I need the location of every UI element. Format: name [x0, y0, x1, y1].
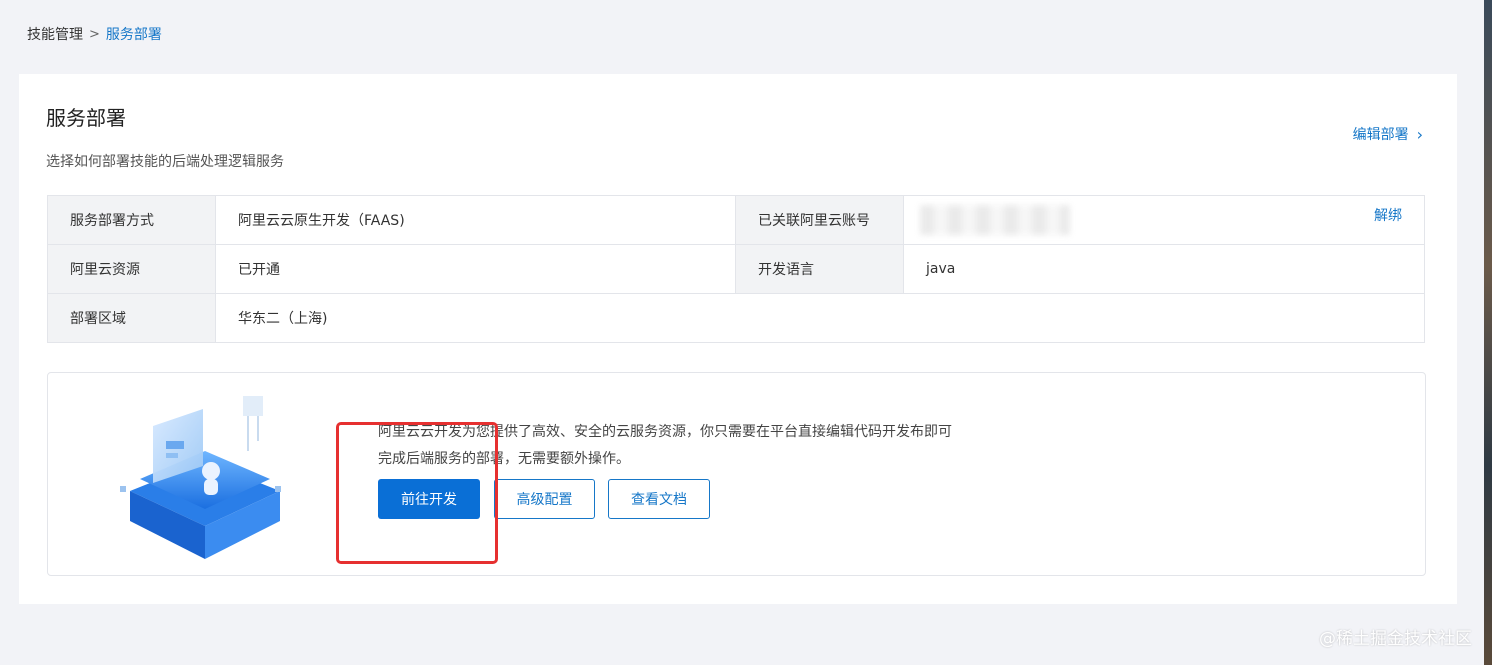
cloud-platform-illustration-icon	[120, 396, 281, 559]
background-strip	[1484, 0, 1492, 665]
table-row: 阿里云资源 已开通 开发语言 java	[47, 244, 1425, 294]
chevron-right-icon: >	[89, 26, 100, 42]
language-value: java	[903, 244, 1425, 294]
language-label: 开发语言	[735, 244, 904, 294]
cloud-dev-promo: 阿里云云开发为您提供了高效、安全的云服务资源，你只需要在平台直接编辑代码开发布即…	[47, 372, 1426, 576]
page: 技能管理 > 服务部署 服务部署 选择如何部署技能的后端处理逻辑服务 编辑部署 …	[0, 0, 1492, 665]
advanced-config-button[interactable]: 高级配置	[494, 479, 595, 519]
deploy-info-table: 服务部署方式 阿里云云原生开发（FAAS) 已关联阿里云账号 解绑 阿里云资源 …	[47, 195, 1425, 343]
edit-deploy-link[interactable]: 编辑部署 ›	[1353, 124, 1423, 144]
account-value-cell: 解绑	[903, 195, 1425, 245]
deploy-method-label: 服务部署方式	[47, 195, 216, 245]
deploy-method-value: 阿里云云原生开发（FAAS)	[215, 195, 736, 245]
breadcrumb-current: 服务部署	[105, 27, 162, 43]
region-label: 部署区域	[47, 293, 216, 343]
page-title: 服务部署	[46, 106, 126, 130]
service-deploy-card: 服务部署 选择如何部署技能的后端处理逻辑服务 编辑部署 › 服务部署方式 阿里云…	[19, 74, 1457, 604]
table-row: 部署区域 华东二（上海)	[47, 293, 1425, 343]
region-value: 华东二（上海)	[215, 293, 1425, 343]
breadcrumb: 技能管理 > 服务部署	[27, 24, 162, 44]
promo-description: 阿里云云开发为您提供了高效、安全的云服务资源，你只需要在平台直接编辑代码开发布即…	[378, 424, 952, 467]
account-label: 已关联阿里云账号	[735, 195, 904, 245]
page-description: 选择如何部署技能的后端处理逻辑服务	[46, 154, 284, 170]
unbind-link[interactable]: 解绑	[1374, 205, 1402, 225]
view-docs-button[interactable]: 查看文档	[608, 479, 710, 519]
breadcrumb-parent-link[interactable]: 技能管理	[27, 24, 83, 44]
masked-account	[920, 205, 1070, 235]
chevron-right-icon: ›	[1416, 124, 1423, 144]
edit-deploy-label: 编辑部署	[1352, 127, 1409, 143]
table-row: 服务部署方式 阿里云云原生开发（FAAS) 已关联阿里云账号 解绑	[47, 195, 1425, 245]
go-develop-button[interactable]: 前往开发	[378, 479, 480, 519]
watermark: @稀土掘金技术社区	[1319, 629, 1472, 649]
resource-label: 阿里云资源	[47, 244, 216, 294]
resource-value: 已开通	[215, 244, 736, 294]
